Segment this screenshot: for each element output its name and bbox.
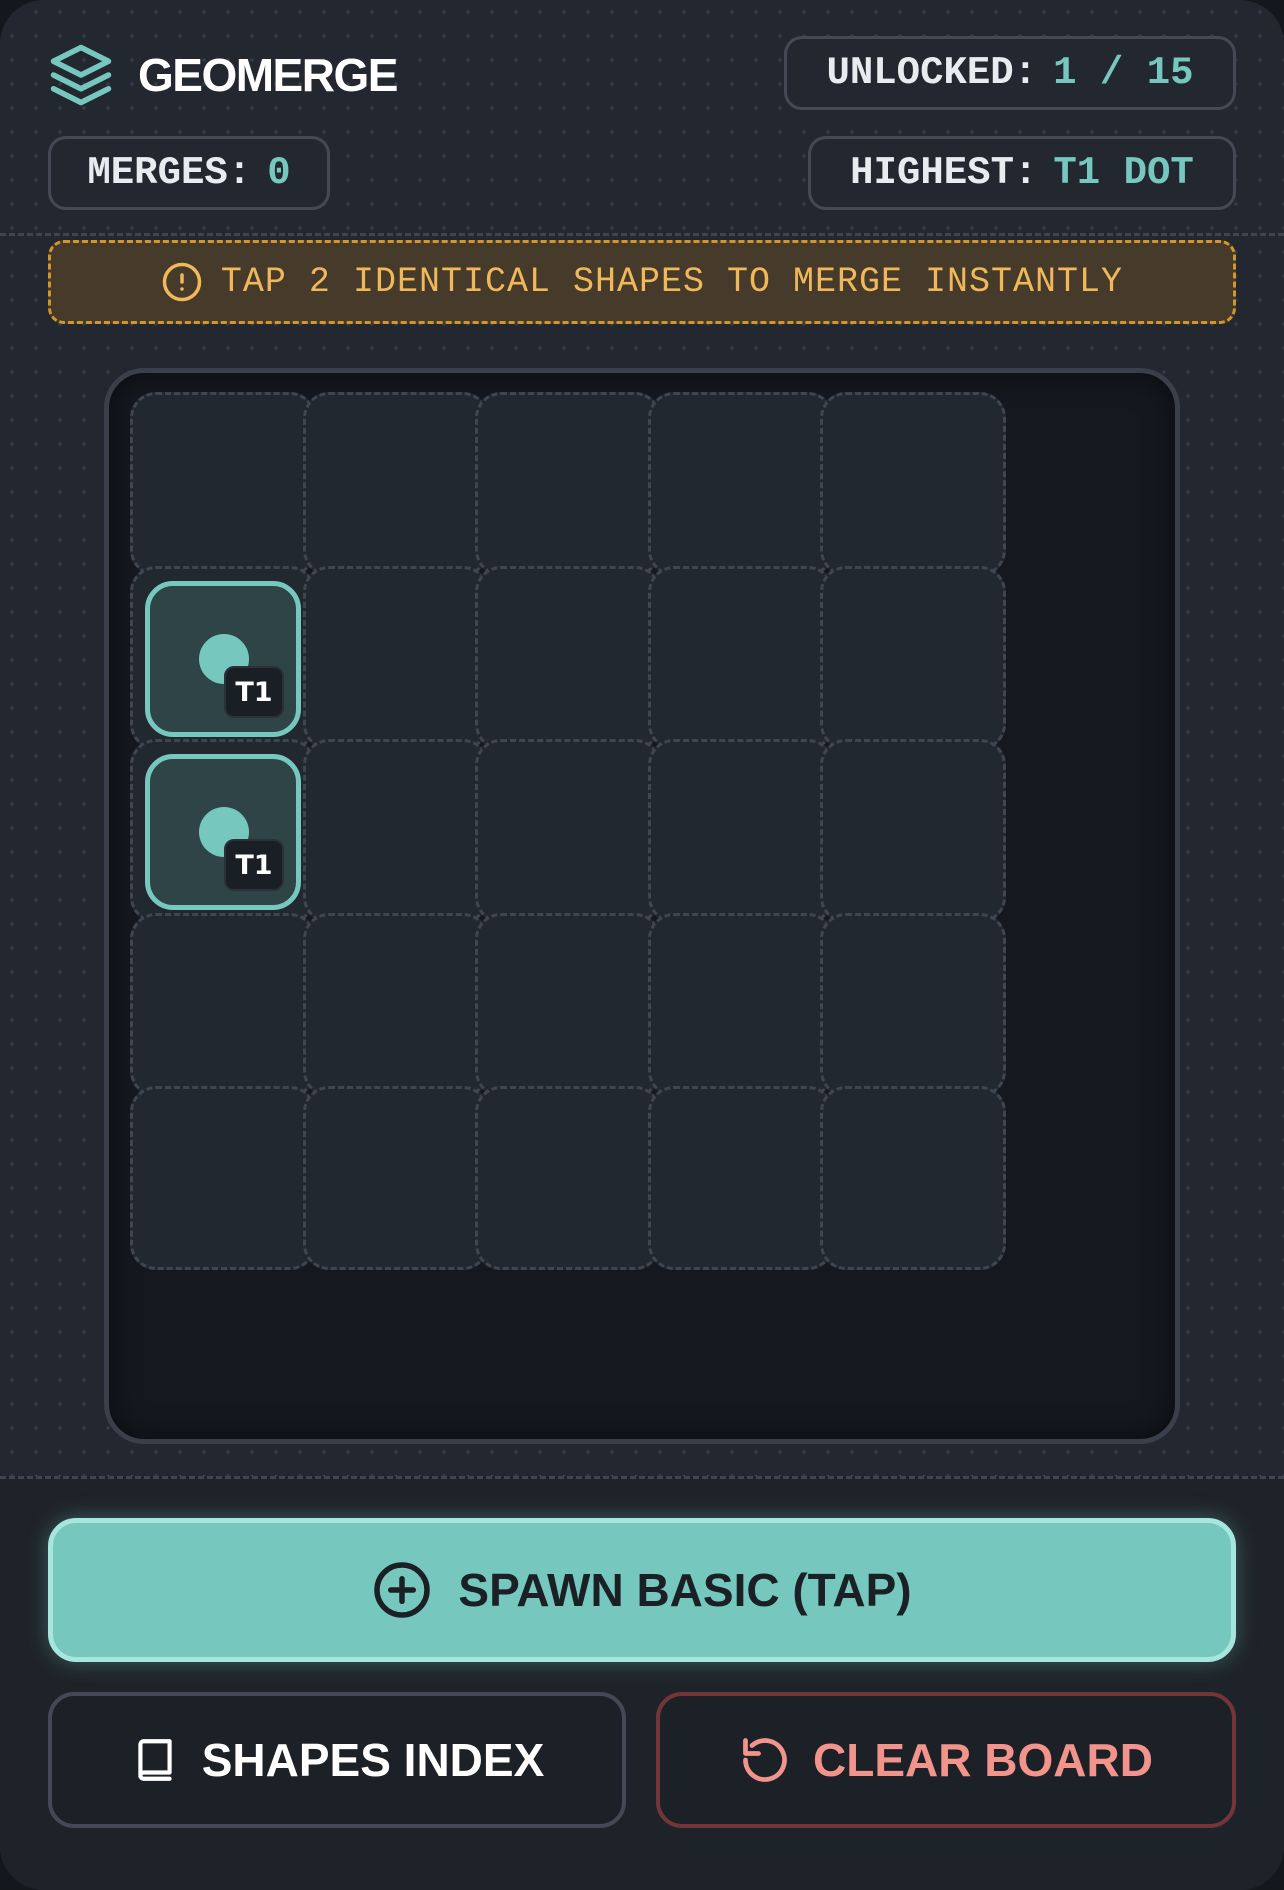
board-cell[interactable] [648,392,834,576]
board-cell[interactable] [820,913,1006,1097]
hint-banner: TAP 2 IDENTICAL SHAPES TO MERGE INSTANTL… [48,240,1236,324]
board-cell[interactable] [475,566,661,750]
board-cell[interactable] [303,1086,489,1270]
unlocked-value: 1 / 15 [1053,51,1194,95]
shapes-index-label: SHAPES INDEX [201,1734,545,1786]
shape-piece[interactable]: T1 [145,581,301,737]
shape-piece[interactable]: T1 [145,754,301,910]
board-cell[interactable] [130,1086,316,1270]
app-title: GEOMERGE [138,49,398,101]
hint-text: TAP 2 IDENTICAL SHAPES TO MERGE INSTANTL… [220,262,1124,302]
unlocked-label: UNLOCKED: [826,51,1038,95]
game-screen: GEOMERGE UNLOCKED: 1 / 15 MERGES: 0 HIGH… [0,0,1284,1890]
tier-badge: T1 [224,666,284,718]
book-icon [138,1739,172,1781]
board-cell[interactable] [303,392,489,576]
board-cell[interactable] [820,1086,1006,1270]
spawn-button[interactable]: SPAWN BASIC (TAP) [48,1518,1236,1662]
board-cell[interactable] [648,739,834,923]
header: GEOMERGE UNLOCKED: 1 / 15 MERGES: 0 HIGH… [0,0,1284,236]
highest-label: HIGHEST: [850,151,1038,195]
board-cell[interactable] [475,913,661,1097]
board-cell[interactable] [130,392,316,576]
board-cell[interactable] [475,392,661,576]
board-cell[interactable] [130,913,316,1097]
board-cell[interactable] [303,913,489,1097]
board-cell[interactable] [475,739,661,923]
board-cell[interactable] [648,913,834,1097]
board-cell[interactable] [303,566,489,750]
shapes-index-button[interactable]: SHAPES INDEX [48,1692,626,1828]
board-cell[interactable] [648,1086,834,1270]
merges-label: MERGES: [87,151,252,195]
board-cell[interactable] [820,392,1006,576]
clear-board-button[interactable]: CLEAR BOARD [656,1692,1236,1828]
board-cell[interactable]: T1 [130,739,316,923]
merges-value: 0 [267,151,291,195]
highest-value: T1 DOT [1053,151,1194,195]
board-cell[interactable] [820,739,1006,923]
board-cell[interactable] [648,566,834,750]
spawn-label: SPAWN BASIC (TAP) [458,1564,912,1616]
logo: GEOMERGE [48,42,398,108]
board-cell[interactable] [820,566,1006,750]
info-icon [162,262,202,302]
plus-circle-icon [374,1562,431,1618]
highest-stat: HIGHEST: T1 DOT [808,136,1236,210]
layers-icon [50,44,112,106]
board-cell[interactable] [303,739,489,923]
rotate-ccw-icon [743,1738,787,1782]
board-cell[interactable]: T1 [130,566,316,750]
tier-badge: T1 [224,839,284,891]
clear-board-label: CLEAR BOARD [813,1734,1153,1786]
merges-stat: MERGES: 0 [48,136,330,210]
unlocked-stat: UNLOCKED: 1 / 15 [784,36,1236,110]
board-cell[interactable] [475,1086,661,1270]
game-board: T1 T1 [104,368,1180,1444]
